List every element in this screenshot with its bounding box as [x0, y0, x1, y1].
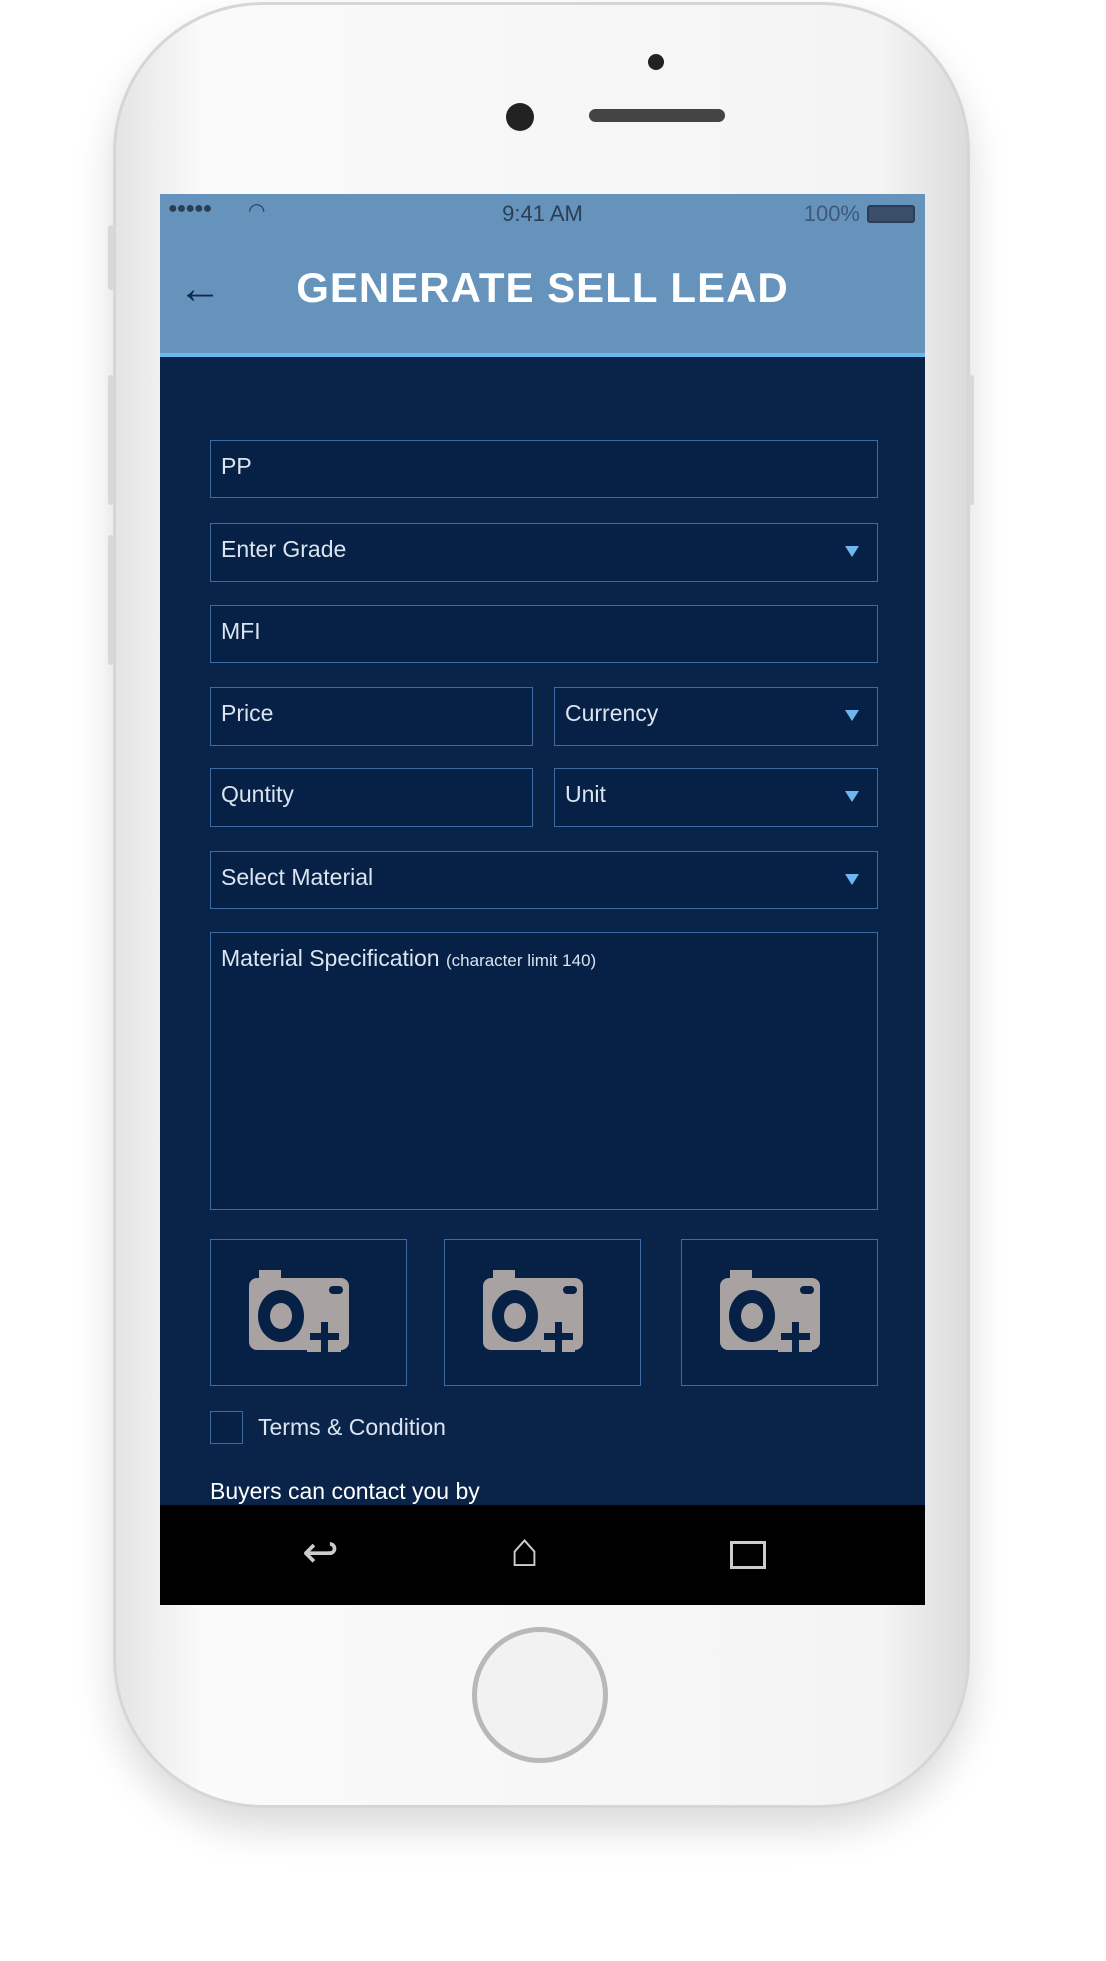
- add-photo-button-3[interactable]: [681, 1239, 878, 1386]
- front-camera: [506, 103, 534, 131]
- currency-placeholder: Currency: [565, 700, 659, 726]
- terms-label[interactable]: Terms & Condition: [258, 1414, 446, 1441]
- chevron-down-icon: [845, 874, 859, 885]
- spec-hint: (character limit 140): [446, 951, 597, 970]
- add-photo-button-1[interactable]: [210, 1239, 407, 1386]
- grade-placeholder: Enter Grade: [221, 536, 347, 562]
- terms-checkbox[interactable]: [210, 1411, 243, 1444]
- add-photo-button-2[interactable]: [444, 1239, 641, 1386]
- status-bar: ●●●●● ◠ 9:41 AM 100%: [160, 194, 925, 234]
- mute-switch: [108, 225, 114, 290]
- chevron-down-icon: [845, 710, 859, 721]
- app-header: ← GENERATE SELL LEAD: [160, 234, 925, 357]
- home-button[interactable]: [472, 1627, 608, 1763]
- battery-icon: [867, 205, 915, 223]
- camera-plus-icon: [483, 1270, 583, 1352]
- spec-placeholder: Material Specification: [221, 945, 440, 971]
- home-nav-icon[interactable]: ⌂: [510, 1523, 539, 1578]
- chevron-down-icon: [845, 791, 859, 802]
- proximity-sensor: [648, 54, 664, 70]
- price-input[interactable]: Price: [210, 687, 533, 746]
- quantity-input[interactable]: Quntity: [210, 768, 533, 827]
- volume-up-button: [108, 375, 114, 505]
- camera-plus-icon: [249, 1270, 349, 1352]
- mfi-input[interactable]: MFI: [210, 605, 878, 663]
- product-input[interactable]: PP: [210, 440, 878, 498]
- currency-dropdown[interactable]: Currency: [554, 687, 878, 746]
- grade-dropdown[interactable]: Enter Grade: [210, 523, 878, 582]
- page-title: GENERATE SELL LEAD: [296, 264, 789, 311]
- chevron-down-icon: [845, 546, 859, 557]
- power-button: [968, 375, 974, 505]
- unit-dropdown[interactable]: Unit: [554, 768, 878, 827]
- battery-percent: 100%: [803, 201, 860, 226]
- back-nav-icon[interactable]: ↩: [302, 1527, 339, 1578]
- material-placeholder: Select Material: [221, 864, 374, 890]
- volume-down-button: [108, 535, 114, 665]
- specification-textarea[interactable]: Material Specification (character limit …: [210, 932, 878, 1210]
- contact-label: Buyers can contact you by: [210, 1478, 480, 1504]
- unit-placeholder: Unit: [565, 781, 606, 807]
- android-nav-bar: ↩ ⌂: [160, 1505, 925, 1605]
- camera-plus-icon: [720, 1270, 820, 1352]
- material-dropdown[interactable]: Select Material: [210, 851, 878, 909]
- app-screen: ●●●●● ◠ 9:41 AM 100% ← GENERATE SELL LEA…: [160, 194, 925, 1605]
- earpiece: [589, 109, 725, 122]
- recent-apps-icon[interactable]: [730, 1541, 766, 1569]
